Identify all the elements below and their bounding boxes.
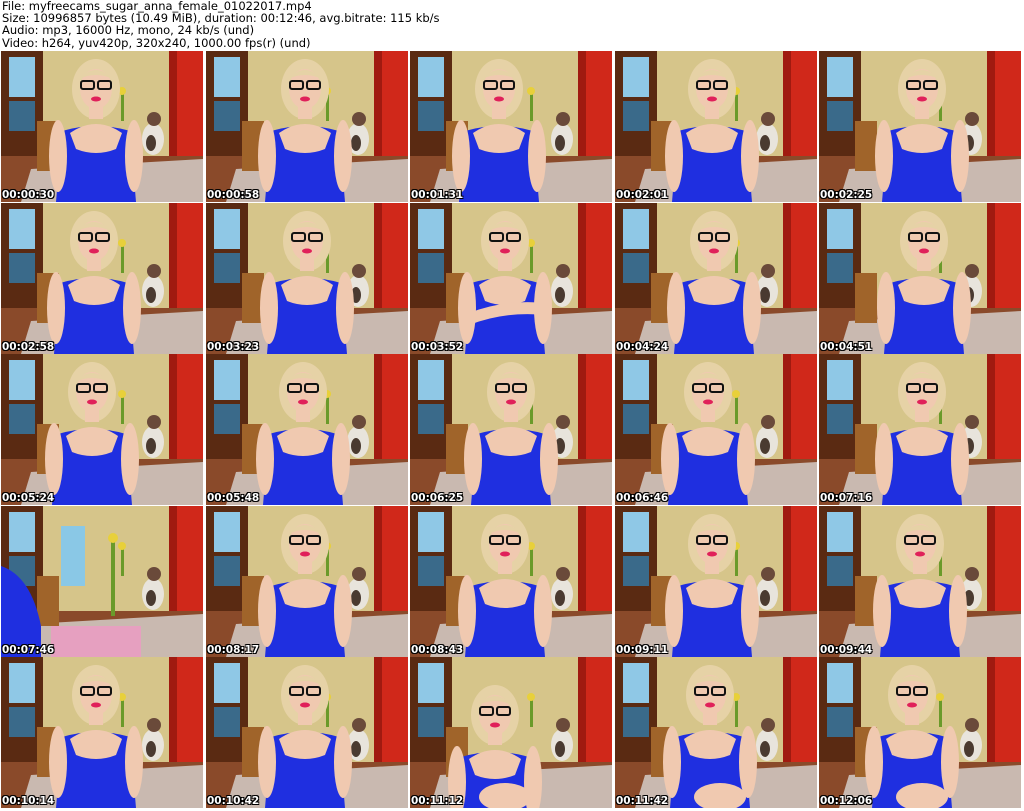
video-thumbnail: 00:00:30: [1, 51, 203, 202]
video-thumbnail: 00:00:58: [206, 51, 408, 202]
video-thumbnail: 00:01:31: [410, 51, 612, 202]
timestamp-label: 00:02:01: [616, 189, 669, 201]
thumbnail-frame-image: [615, 506, 817, 657]
timestamp-label: 00:05:24: [2, 492, 55, 504]
thumbnail-frame-image: [819, 51, 1021, 202]
timestamp-label: 00:10:14: [2, 795, 55, 807]
timestamp-label: 00:07:46: [2, 644, 55, 656]
video-thumbnail: 00:05:24: [1, 354, 203, 505]
timestamp-label: 00:04:51: [820, 341, 873, 353]
video-thumbnail: 00:11:12: [410, 657, 612, 808]
thumbnail-frame-image: [615, 51, 817, 202]
thumbnail-frame-image: [615, 354, 817, 505]
thumbnail-frame-image: [206, 657, 408, 808]
timestamp-label: 00:03:23: [207, 341, 260, 353]
video-thumbnail: 00:07:16: [819, 354, 1021, 505]
timestamp-label: 00:10:42: [207, 795, 260, 807]
timestamp-label: 00:00:58: [207, 189, 260, 201]
thumbnail-frame-image: [1, 657, 203, 808]
video-thumbnail: 00:09:11: [615, 506, 817, 657]
timestamp-label: 00:11:12: [411, 795, 464, 807]
video-thumbnail: 00:02:58: [1, 203, 203, 354]
thumbnail-frame-image: [615, 657, 817, 808]
video-thumbnail: 00:04:24: [615, 203, 817, 354]
timestamp-label: 00:02:58: [2, 341, 55, 353]
thumbnail-frame-image: [819, 354, 1021, 505]
video-thumbnail: 00:05:48: [206, 354, 408, 505]
thumbnail-frame-image: [819, 506, 1021, 657]
video-info-line: Video: h264, yuv420p, 320x240, 1000.00 f…: [2, 35, 311, 50]
thumbnail-frame-image: [1, 506, 203, 657]
thumbnail-frame-image: [410, 203, 612, 354]
timestamp-label: 00:08:17: [207, 644, 260, 656]
video-thumbnail: 00:11:42: [615, 657, 817, 808]
timestamp-label: 00:09:44: [820, 644, 873, 656]
video-thumbnail: 00:09:44: [819, 506, 1021, 657]
timestamp-label: 00:12:06: [820, 795, 873, 807]
timestamp-label: 00:04:24: [616, 341, 669, 353]
thumbnail-frame-image: [1, 51, 203, 202]
timestamp-label: 00:06:25: [411, 492, 464, 504]
thumbnail-frame-image: [410, 354, 612, 505]
timestamp-label: 00:03:52: [411, 341, 464, 353]
timestamp-label: 00:07:16: [820, 492, 873, 504]
thumbnail-grid: 00:00:30 00:00:58 00:01:31 00:02:01 00:02:25…: [1, 51, 1024, 811]
video-thumbnail: 00:12:06: [819, 657, 1021, 808]
video-thumbnail: 00:06:46: [615, 354, 817, 505]
video-thumbnail: 00:08:43: [410, 506, 612, 657]
thumbnail-frame-image: [819, 203, 1021, 354]
video-thumbnail: 00:02:25: [819, 51, 1021, 202]
video-thumbnail: 00:02:01: [615, 51, 817, 202]
video-thumbnail: 00:04:51: [819, 203, 1021, 354]
thumbnail-frame-image: [615, 203, 817, 354]
video-thumbnail: 00:07:46: [1, 506, 203, 657]
thumbnail-frame-image: [1, 203, 203, 354]
timestamp-label: 00:08:43: [411, 644, 464, 656]
thumbnail-frame-image: [206, 506, 408, 657]
thumbnail-frame-image: [410, 657, 612, 808]
video-thumbnail: 00:06:25: [410, 354, 612, 505]
thumbnail-frame-image: [1, 354, 203, 505]
timestamp-label: 00:02:25: [820, 189, 873, 201]
thumbnail-frame-image: [410, 506, 612, 657]
timestamp-label: 00:06:46: [616, 492, 669, 504]
thumbnail-frame-image: [819, 657, 1021, 808]
timestamp-label: 00:00:30: [2, 189, 55, 201]
video-thumbnail: 00:08:17: [206, 506, 408, 657]
video-thumbnail: 00:10:14: [1, 657, 203, 808]
thumbnail-frame-image: [206, 203, 408, 354]
thumbnail-frame-image: [206, 51, 408, 202]
timestamp-label: 00:05:48: [207, 492, 260, 504]
thumbnail-frame-image: [410, 51, 612, 202]
audio-info-line: Audio: mp3, 16000 Hz, mono, 24 kb/s (und…: [2, 23, 255, 38]
file-info-header: File: myfreecams_sugar_anna_female_01022…: [2, 0, 1022, 50]
thumbnail-frame-image: [206, 354, 408, 505]
timestamp-label: 00:11:42: [616, 795, 669, 807]
video-thumbnail: 00:03:52: [410, 203, 612, 354]
video-thumbnail: 00:10:42: [206, 657, 408, 808]
timestamp-label: 00:01:31: [411, 189, 464, 201]
timestamp-label: 00:09:11: [616, 644, 669, 656]
video-thumbnail: 00:03:23: [206, 203, 408, 354]
